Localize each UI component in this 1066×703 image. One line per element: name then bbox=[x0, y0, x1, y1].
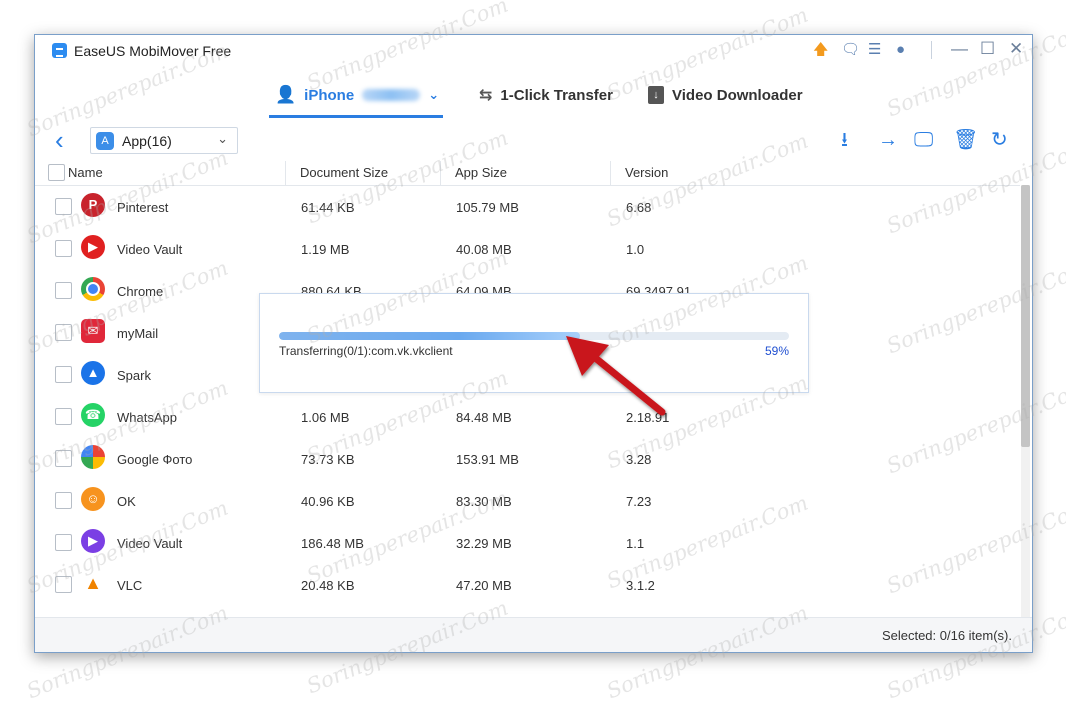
red-arrow-annotation bbox=[566, 336, 666, 416]
